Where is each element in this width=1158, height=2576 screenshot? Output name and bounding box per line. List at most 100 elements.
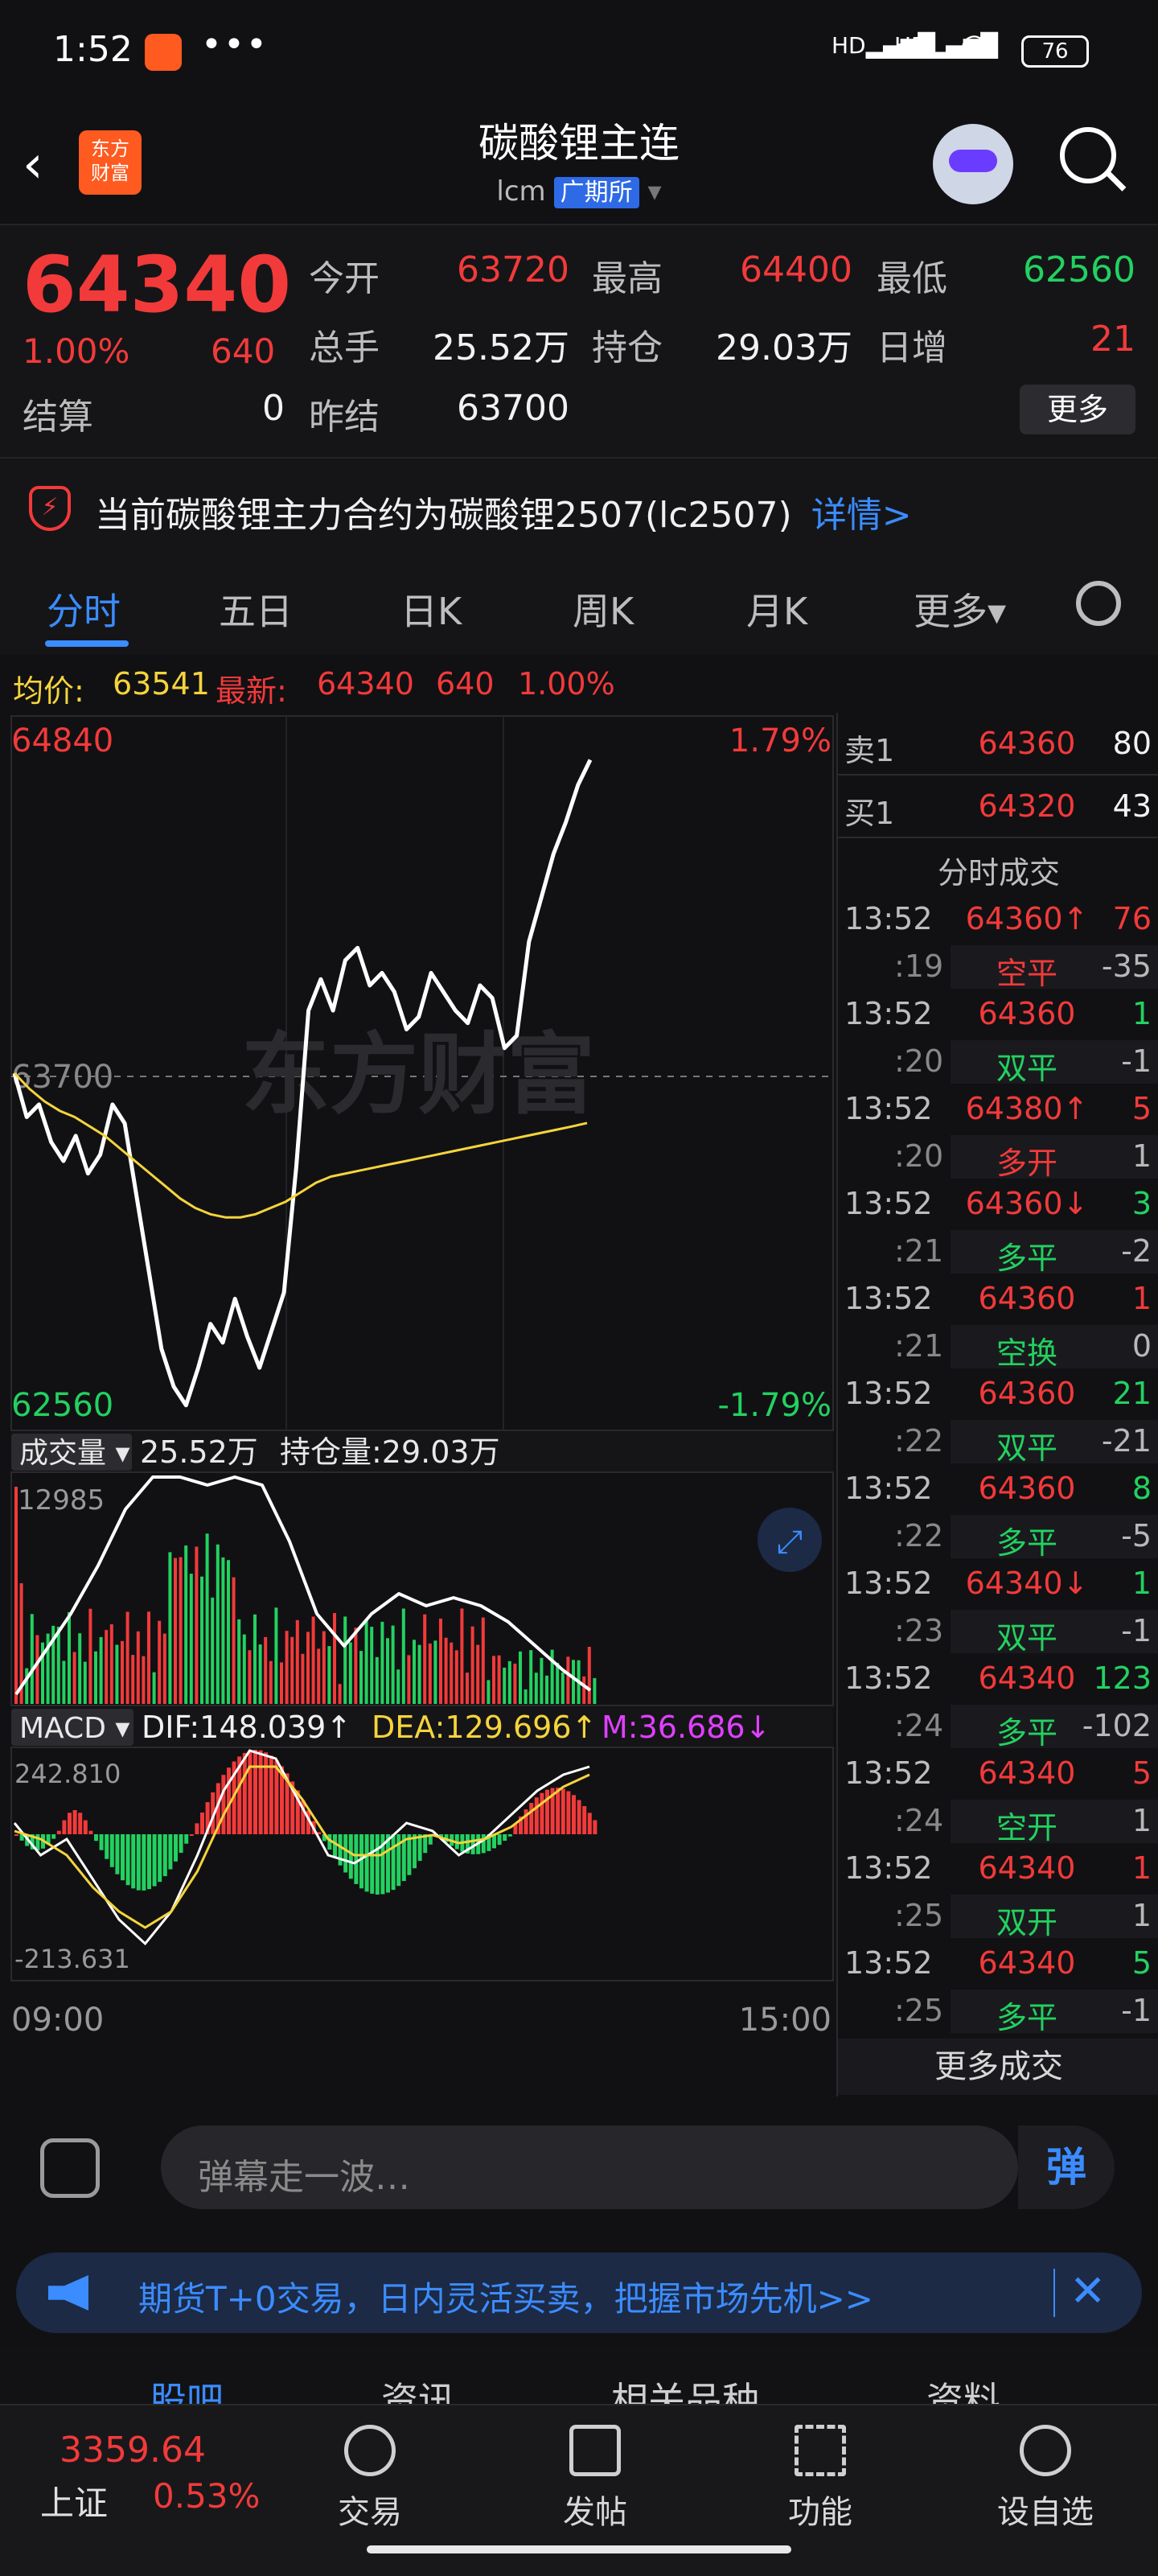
bid-price: 64320 <box>978 788 1076 824</box>
volume-bar <box>195 1546 199 1704</box>
tab-info[interactable]: 资料 <box>926 2372 1000 2404</box>
volume-bar <box>25 1668 29 1704</box>
oi-label: 持仓 <box>592 327 663 368</box>
promo-text[interactable]: 期货T+0交易，日内灵活买卖，把握市场先机>> <box>138 2272 873 2321</box>
latest-label: 最新: <box>216 673 287 709</box>
home-indicator <box>367 2545 791 2553</box>
macd-bar <box>556 1788 561 1834</box>
macd-bar <box>561 1788 565 1834</box>
macd-bar <box>179 1834 183 1854</box>
tab-guba[interactable]: 股吧 <box>150 2372 224 2404</box>
index-value[interactable]: 3359.64 <box>60 2430 206 2471</box>
bid-row: 买1 64320 43 <box>838 784 1158 831</box>
status-time: 1:52 <box>53 29 133 70</box>
macd-bar <box>109 1834 114 1867</box>
volume-max-label: 12985 <box>18 1484 105 1516</box>
intraday-chart[interactable]: 东方财富 64840 1.79% 63700 62560 -1.79% 成交量 … <box>0 713 836 2088</box>
volume-bar <box>35 1635 39 1704</box>
oi-change: -2 <box>1121 1233 1152 1269</box>
tab-news[interactable]: 资讯 <box>381 2372 455 2404</box>
tab-five-day[interactable]: 五日 <box>219 582 293 636</box>
macd-bar <box>72 1810 77 1834</box>
nav-trade[interactable]: 交易 <box>314 2425 426 2533</box>
more-circle-icon <box>1020 2425 1071 2476</box>
volume-bar <box>487 1680 491 1704</box>
volume-bar <box>513 1663 517 1704</box>
volume-bar <box>232 1577 236 1704</box>
latest-value: 64340 <box>317 666 414 702</box>
macd-label: MACD ▾ <box>19 1712 129 1745</box>
oi-change: 1 <box>1131 1898 1152 1933</box>
volume-bar <box>354 1627 358 1704</box>
trade-row: 13:52 64340 123 <box>838 1656 1158 1702</box>
macd-bar <box>68 1813 72 1834</box>
volume-bar <box>433 1640 437 1704</box>
promo-banner[interactable]: 期货T+0交易，日内灵活买卖，把握市场先机>> ✕ <box>16 2253 1142 2333</box>
tab-daily-k[interactable]: 日K <box>400 582 462 636</box>
macd-bar <box>354 1834 359 1884</box>
macd-bar <box>503 1834 507 1841</box>
danmu-toggle-button[interactable]: 弹 <box>1018 2125 1115 2209</box>
macd-bar <box>162 1834 167 1877</box>
nav-post[interactable]: 发帖 <box>539 2425 651 2533</box>
more-trades-button[interactable]: 更多成交 <box>838 2039 1158 2095</box>
battery-icon: 76 <box>1021 35 1089 68</box>
trade-price: 64360 <box>978 1281 1076 1316</box>
volume-bar <box>248 1650 252 1704</box>
trade-row: :24 空开 1 <box>838 1798 1158 1846</box>
volume-bar <box>253 1614 257 1704</box>
divider <box>838 837 1158 838</box>
trade-time: 13:52 <box>844 1281 933 1316</box>
volume-bar <box>68 1611 71 1704</box>
trade-price: 64360 <box>978 1376 1076 1411</box>
app-notification-icon <box>145 34 182 71</box>
edit-icon <box>569 2425 621 2476</box>
volume-bar <box>561 1672 565 1704</box>
volume-bar <box>519 1651 522 1704</box>
chart-svg[interactable]: 东方财富 64840 1.79% 63700 62560 -1.79% 成交量 … <box>0 713 836 2088</box>
tab-more[interactable]: 更多▾ <box>914 582 1006 636</box>
trade-quantity: 76 <box>1112 901 1152 936</box>
trade-price: 64340 <box>978 1850 1076 1886</box>
m-value: M:36.686↓ <box>602 1710 770 1745</box>
low-value: 62560 <box>1023 249 1135 290</box>
main-contract-notice: ⚡ 当前碳酸锂主力合约为碳酸锂2507(lc2507) 详情> <box>0 457 1158 560</box>
volume-bar <box>274 1607 278 1704</box>
index-percent[interactable]: 0.53% <box>153 2476 260 2516</box>
volume-bar <box>216 1544 220 1704</box>
nav-add-watchlist[interactable]: 设自选 <box>989 2425 1102 2533</box>
tab-related[interactable]: 相关品种 <box>611 2372 759 2404</box>
volume-bar <box>184 1545 188 1704</box>
trade-type: 双平 <box>996 1051 1057 1086</box>
oi-change: -1 <box>1121 1043 1152 1079</box>
trade-price: 64340 <box>978 1945 1076 1981</box>
trade-type: 双平 <box>996 1620 1057 1656</box>
tab-monthly-k[interactable]: 月K <box>746 582 807 636</box>
notice-details-link[interactable]: 详情> <box>811 495 912 536</box>
ask-row: 卖1 64360 80 <box>838 721 1158 768</box>
tab-intraday[interactable]: 分时 <box>47 582 121 636</box>
close-icon[interactable]: ✕ <box>1070 2265 1106 2316</box>
macd-bar <box>593 1820 597 1834</box>
trade-row: 13:52 64360 1 <box>838 1276 1158 1323</box>
macd-bar <box>105 1834 109 1859</box>
volume-bar <box>105 1630 109 1704</box>
note-icon[interactable] <box>40 2138 100 2198</box>
index-name[interactable]: 上证 <box>40 2476 108 2525</box>
macd-bar <box>359 1834 363 1889</box>
more-notifications-icon: ••• <box>201 24 269 65</box>
settings-gear-icon[interactable] <box>1076 581 1121 626</box>
trade-type: 多开 <box>996 1146 1057 1181</box>
volume-bar <box>290 1636 294 1704</box>
macd-bar <box>572 1795 576 1834</box>
volume-bar <box>338 1684 342 1704</box>
volume-bar <box>174 1558 177 1704</box>
volume-bar <box>301 1653 305 1704</box>
more-quote-button[interactable]: 更多 <box>1020 385 1135 434</box>
tab-weekly-k[interactable]: 周K <box>573 582 634 636</box>
pct-high-label: 1.79% <box>729 722 832 759</box>
nav-function[interactable]: 功能 <box>764 2425 877 2533</box>
robot-visor <box>949 150 997 172</box>
trade-time: :22 <box>894 1423 944 1459</box>
macd-bar <box>83 1820 88 1834</box>
